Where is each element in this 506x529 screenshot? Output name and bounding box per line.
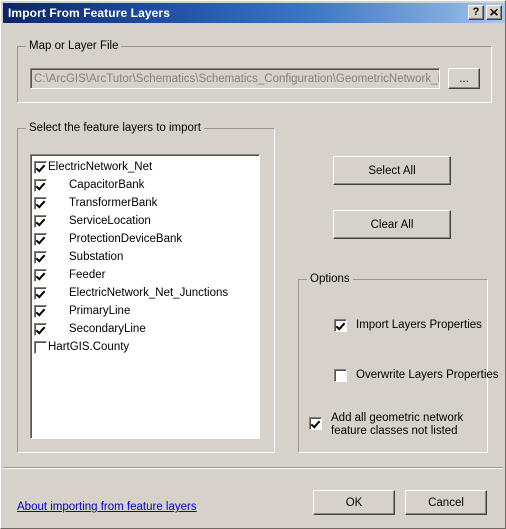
- feature-layer-label: ProtectionDeviceBank: [69, 233, 183, 245]
- feature-layer-label: Substation: [69, 251, 124, 263]
- import-layers-properties-checkbox[interactable]: [334, 319, 347, 332]
- map-or-layer-file-legend: Map or Layer File: [26, 40, 122, 52]
- overwrite-layers-properties-checkbox-row[interactable]: Overwrite Layers Properties: [334, 369, 499, 382]
- ok-button[interactable]: OK: [313, 490, 395, 515]
- about-importing-link[interactable]: About importing from feature layers: [17, 501, 197, 513]
- options-legend: Options: [307, 273, 353, 285]
- close-icon[interactable]: [486, 5, 502, 20]
- add-all-geometric-checkbox-row[interactable]: Add all geometric network feature classe…: [309, 412, 463, 438]
- import-layers-properties-label: Import Layers Properties: [356, 319, 482, 331]
- feature-layer-checkbox[interactable]: [34, 250, 47, 264]
- cancel-button[interactable]: Cancel: [405, 490, 487, 515]
- import-layers-properties-checkbox-row[interactable]: Import Layers Properties: [334, 319, 482, 332]
- map-or-layer-file-path-input[interactable]: C:\ArcGIS\ArcTutor\Schematics\Schematics…: [30, 68, 440, 89]
- select-feature-layers-legend: Select the feature layers to import: [26, 122, 204, 134]
- browse-button[interactable]: ...: [448, 68, 480, 89]
- feature-layer-label: ElectricNetwork_Net: [48, 161, 153, 173]
- import-from-feature-layers-dialog: Import From Feature Layers ? Map or Laye…: [0, 0, 506, 529]
- feature-layer-checkbox[interactable]: [34, 286, 47, 300]
- feature-layer-label: CapacitorBank: [69, 179, 145, 191]
- feature-layer-row[interactable]: SecondaryLine: [31, 320, 259, 338]
- feature-layer-label: TransformerBank: [69, 197, 158, 209]
- feature-layer-label: SecondaryLine: [69, 323, 146, 335]
- help-icon[interactable]: ?: [468, 5, 484, 20]
- feature-layer-checkbox[interactable]: [34, 268, 47, 282]
- feature-layer-row[interactable]: PrimaryLine: [31, 302, 259, 320]
- title-bar-buttons: ?: [468, 5, 502, 20]
- footer-divider: [3, 467, 503, 469]
- title-bar: Import From Feature Layers ?: [3, 3, 505, 23]
- feature-layer-row[interactable]: CapacitorBank: [31, 176, 259, 194]
- feature-layer-row[interactable]: Feeder: [31, 266, 259, 284]
- feature-layers-listbox[interactable]: ElectricNetwork_Net CapacitorBank Transfor…: [30, 154, 260, 439]
- feature-layer-row[interactable]: ElectricNetwork_Net_Junctions: [31, 284, 259, 302]
- feature-layer-checkbox[interactable]: [34, 196, 47, 210]
- feature-layer-label: Feeder: [69, 269, 106, 281]
- feature-layer-checkbox[interactable]: [34, 232, 47, 246]
- feature-layer-checkbox[interactable]: [34, 160, 47, 174]
- feature-layer-label: PrimaryLine: [69, 305, 131, 317]
- add-all-geometric-label-line2: feature classes not listed: [331, 425, 458, 437]
- overwrite-layers-properties-label: Overwrite Layers Properties: [356, 369, 499, 381]
- add-all-geometric-label-line1: Add all geometric network: [331, 412, 464, 424]
- clear-all-button[interactable]: Clear All: [333, 210, 451, 239]
- feature-layer-checkbox[interactable]: [34, 214, 47, 228]
- feature-layer-row[interactable]: Substation: [31, 248, 259, 266]
- feature-layer-row[interactable]: TransformerBank: [31, 194, 259, 212]
- feature-layer-row[interactable]: ServiceLocation: [31, 212, 259, 230]
- add-all-geometric-checkbox[interactable]: [309, 417, 322, 430]
- feature-layer-checkbox[interactable]: [34, 178, 47, 192]
- feature-layer-row[interactable]: ProtectionDeviceBank: [31, 230, 259, 248]
- feature-layer-row[interactable]: HartGIS.County: [31, 338, 259, 356]
- feature-layer-label: ElectricNetwork_Net_Junctions: [69, 287, 229, 299]
- select-all-button[interactable]: Select All: [333, 156, 451, 185]
- feature-layer-label: HartGIS.County: [48, 341, 130, 353]
- feature-layer-row[interactable]: ElectricNetwork_Net: [31, 158, 259, 176]
- window-title: Import From Feature Layers: [8, 6, 170, 20]
- add-all-geometric-label: Add all geometric network feature classe…: [322, 412, 463, 438]
- overwrite-layers-properties-checkbox[interactable]: [334, 369, 347, 382]
- feature-layer-checkbox[interactable]: [34, 304, 47, 318]
- feature-layer-label: ServiceLocation: [69, 215, 151, 227]
- feature-layer-checkbox[interactable]: [34, 340, 47, 354]
- feature-layer-checkbox[interactable]: [34, 322, 47, 336]
